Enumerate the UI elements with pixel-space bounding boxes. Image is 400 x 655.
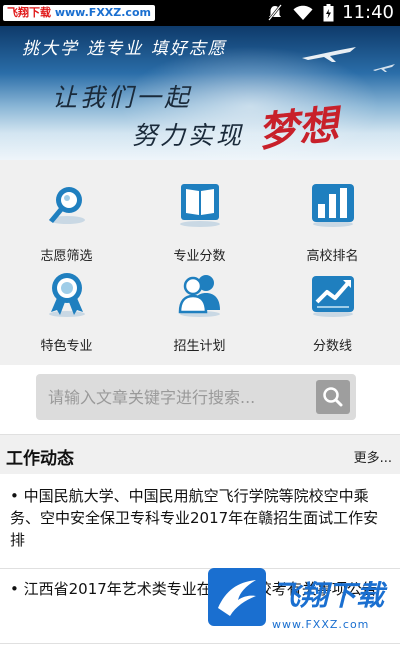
grid-item-label: 招生计划 bbox=[173, 339, 226, 354]
watermark-badge-url: www.FXXZ.com bbox=[272, 618, 370, 631]
magnifier-icon bbox=[49, 187, 85, 224]
people-icon bbox=[178, 275, 220, 317]
grid-item-major-scores[interactable]: 专业分数 bbox=[133, 160, 266, 264]
section-header: 工作动态 更多... bbox=[0, 434, 400, 474]
feature-grid: 志愿筛选 专业分数 高校排名 特色专业 招生计划 分数线 bbox=[0, 160, 400, 365]
wifi-icon bbox=[293, 5, 313, 20]
watermark-logo-text: 飞翔下载 bbox=[7, 6, 51, 19]
status-time: 11:40 bbox=[342, 2, 394, 23]
watermark-logo: 飞翔下载 www.FXXZ.com bbox=[3, 5, 155, 21]
banner-highlight: 梦想 bbox=[256, 100, 341, 157]
grid-item-featured-majors[interactable]: 特色专业 bbox=[0, 250, 133, 354]
status-icons bbox=[267, 4, 334, 22]
status-bar: 飞翔下载 www.FXXZ.com 11:40 bbox=[0, 0, 400, 26]
grid-item-enrollment-plan[interactable]: 招生计划 bbox=[133, 250, 266, 354]
search-button[interactable] bbox=[316, 380, 350, 414]
watermark-badge: 飞翔下载 www.FXXZ.com bbox=[208, 568, 398, 646]
airplane-small-icon bbox=[373, 64, 395, 72]
more-link[interactable]: 更多... bbox=[354, 447, 392, 466]
list-item[interactable]: • 中国民航大学、中国民用航空飞行学院等院校空中乘务、空中安全保卫专科专业201… bbox=[0, 474, 400, 569]
bird-icon bbox=[218, 580, 256, 616]
grid-item-label: 特色专业 bbox=[40, 339, 93, 354]
search-icon bbox=[323, 387, 343, 407]
airplane-icon bbox=[302, 47, 356, 62]
notifications-off-icon bbox=[268, 4, 282, 21]
banner-slogan: 挑大学 选专业 填好志愿 bbox=[22, 39, 227, 59]
trend-chart-icon bbox=[312, 276, 354, 317]
banner[interactable]: 挑大学 选专业 填好志愿 让我们一起 努力实现 梦想 bbox=[0, 26, 400, 160]
grid-item-label: 分数线 bbox=[312, 339, 352, 354]
award-ribbon-icon bbox=[49, 273, 85, 317]
section-title: 工作动态 bbox=[6, 449, 74, 469]
grid-item-university-ranking[interactable]: 高校排名 bbox=[266, 160, 399, 264]
search-input[interactable] bbox=[48, 374, 308, 420]
search-box bbox=[36, 374, 356, 420]
banner-line2: 努力实现 bbox=[132, 121, 245, 150]
watermark-badge-text: 飞翔下载 bbox=[272, 579, 385, 612]
bar-chart-icon bbox=[312, 184, 354, 227]
book-icon bbox=[180, 184, 220, 227]
watermark-badge-logo bbox=[208, 568, 266, 626]
banner-line1: 让我们一起 bbox=[52, 83, 193, 112]
grid-item-volunteer-filter[interactable]: 志愿筛选 bbox=[0, 160, 133, 264]
grid-item-score-line[interactable]: 分数线 bbox=[266, 250, 399, 354]
battery-icon bbox=[323, 4, 334, 22]
watermark-logo-url: www.FXXZ.com bbox=[54, 6, 151, 19]
